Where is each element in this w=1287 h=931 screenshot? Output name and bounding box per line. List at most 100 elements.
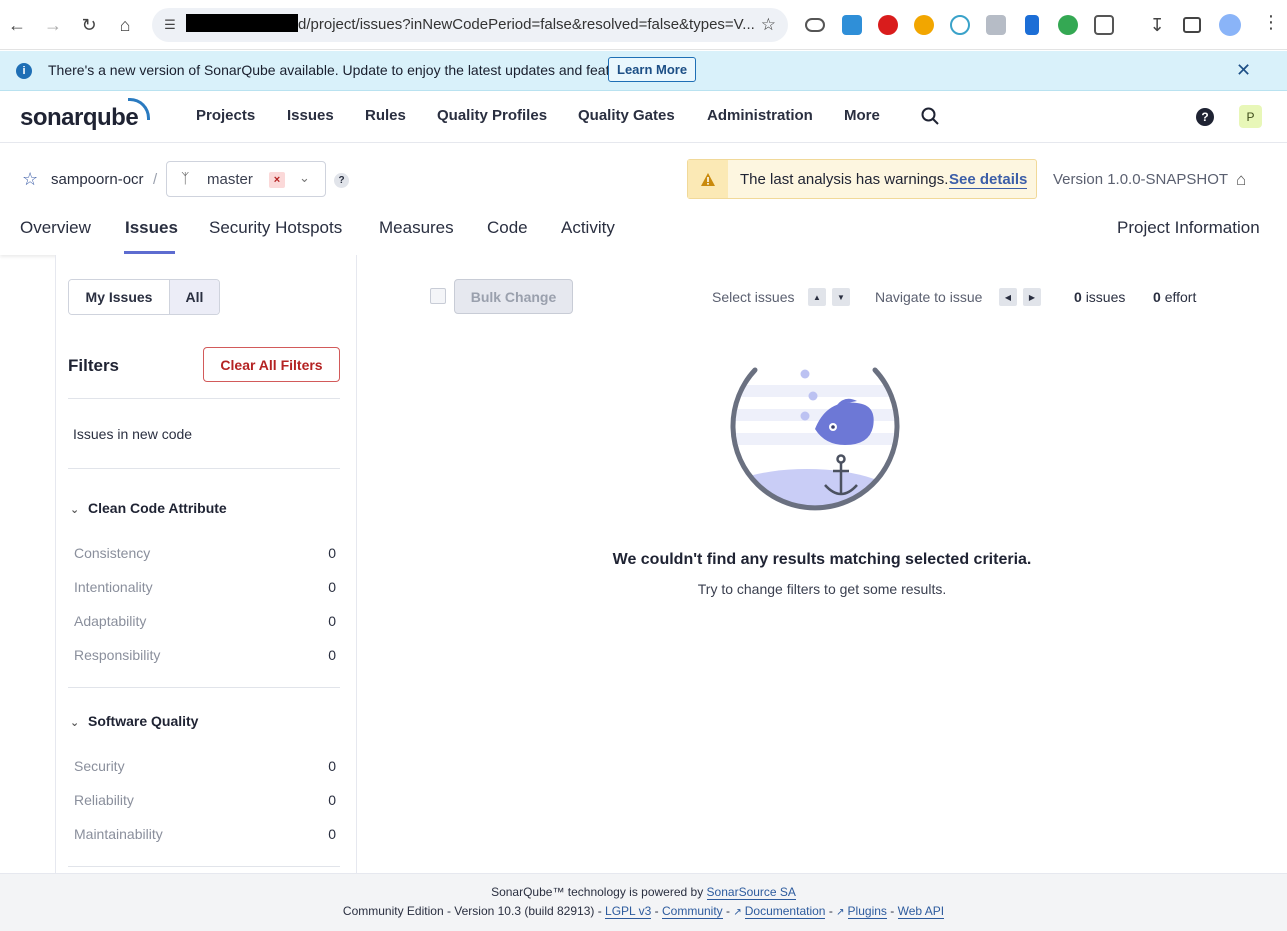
effort-count-value: 0: [1153, 289, 1161, 305]
clean-code-attribute-section[interactable]: ⌄ Clean Code Attribute: [70, 500, 227, 516]
filter-row-consistency[interactable]: Consistency 0: [74, 545, 336, 561]
web-api-link[interactable]: Web API: [897, 904, 945, 919]
nav-issues[interactable]: Issues: [287, 107, 334, 124]
filter-count: 0: [328, 758, 336, 774]
sonarqube-logo[interactable]: sonarqube: [20, 98, 150, 132]
issues-main: Bulk Change Select issues ▲ ▼ Navigate t…: [357, 255, 1287, 873]
extension-icon[interactable]: [986, 15, 1006, 35]
tab-issues[interactable]: Issues: [125, 218, 178, 238]
branch-help-icon[interactable]: ?: [334, 173, 349, 188]
home-icon[interactable]: ⌂: [1236, 170, 1246, 190]
chevron-down-icon[interactable]: ⌄: [299, 170, 310, 186]
filter-label: Maintainability: [74, 826, 163, 842]
search-icon[interactable]: [920, 106, 940, 126]
user-avatar[interactable]: P: [1239, 105, 1262, 128]
profile-avatar[interactable]: [1219, 14, 1241, 36]
address-bar[interactable]: ☰ d/project/issues?inNewCodePeriod=false…: [152, 8, 788, 42]
nav-quality-profiles[interactable]: Quality Profiles: [437, 107, 547, 124]
bulk-change-button[interactable]: Bulk Change: [454, 279, 573, 314]
filter-row-maintainability[interactable]: Maintainability 0: [74, 826, 336, 842]
filter-count: 0: [328, 647, 336, 663]
extension-icon[interactable]: [1058, 15, 1078, 35]
issues-in-new-code-filter[interactable]: Issues in new code: [73, 426, 192, 442]
tab-security-hotspots[interactable]: Security Hotspots: [209, 218, 342, 238]
arrow-up-key-icon: ▲: [808, 288, 826, 306]
section-title: Software Quality: [88, 713, 199, 729]
filter-row-adaptability[interactable]: Adaptability 0: [74, 613, 336, 629]
breadcrumb-separator: /: [153, 171, 158, 188]
filter-count: 0: [328, 613, 336, 629]
all-issues-button[interactable]: All: [170, 280, 219, 314]
browser-toolbar: ← → ↻ ⌂ ☰ d/project/issues?inNewCodePeri…: [0, 0, 1287, 50]
plugins-link[interactable]: Plugins: [847, 904, 887, 919]
documentation-link[interactable]: Documentation: [744, 904, 826, 919]
community-link[interactable]: Community: [661, 904, 723, 919]
filter-row-reliability[interactable]: Reliability 0: [74, 792, 336, 808]
select-all-checkbox[interactable]: [430, 288, 446, 304]
help-icon[interactable]: ?: [1196, 108, 1214, 126]
extension-icon[interactable]: [914, 15, 934, 35]
filter-label: Consistency: [74, 545, 151, 561]
logo-text: sonarqube: [20, 104, 139, 131]
software-quality-section[interactable]: ⌄ Software Quality: [70, 713, 198, 729]
footer-edition: Community Edition - Version 10.3 (build …: [342, 904, 602, 918]
filter-row-security[interactable]: Security 0: [74, 758, 336, 774]
filter-count: 0: [328, 792, 336, 808]
cloud-extension-icon[interactable]: [805, 18, 825, 32]
empty-state-title: We couldn't find any results matching se…: [612, 551, 1032, 568]
favorite-star-icon[interactable]: ☆: [22, 169, 38, 190]
forward-icon[interactable]: →: [40, 12, 66, 38]
extension-icon[interactable]: [1025, 15, 1039, 35]
extension-icon[interactable]: [950, 15, 970, 35]
clear-all-filters-button[interactable]: Clear All Filters: [203, 347, 340, 382]
reload-icon[interactable]: ↻: [76, 12, 102, 38]
site-settings-icon[interactable]: ☰: [160, 15, 180, 35]
license-link[interactable]: LGPL v3: [605, 904, 652, 919]
back-icon[interactable]: ←: [4, 12, 30, 38]
extension-icon[interactable]: [842, 15, 862, 35]
nav-administration[interactable]: Administration: [707, 107, 813, 124]
nav-quality-gates[interactable]: Quality Gates: [578, 107, 675, 124]
issues-count-label: issues: [1085, 289, 1126, 305]
extension-icon[interactable]: [878, 15, 898, 35]
info-icon: i: [16, 63, 32, 79]
url-text[interactable]: d/project/issues?inNewCodePeriod=false&r…: [298, 16, 755, 33]
branch-selector[interactable]: ᛉ master × ⌄: [166, 161, 326, 197]
side-panel-icon[interactable]: [1183, 17, 1201, 33]
section-title: Clean Code Attribute: [88, 500, 227, 516]
issue-owner-toggle: My Issues All: [68, 279, 220, 315]
filters-sidebar: My Issues All Filters Clear All Filters …: [55, 255, 357, 873]
menu-kebab-icon[interactable]: ⋮: [1262, 12, 1280, 33]
my-issues-button[interactable]: My Issues: [69, 280, 170, 314]
tab-overview[interactable]: Overview: [20, 218, 91, 238]
nav-rules[interactable]: Rules: [365, 107, 406, 124]
tab-activity[interactable]: Activity: [561, 218, 615, 238]
see-details-link[interactable]: See details: [949, 171, 1028, 189]
branch-clear-icon[interactable]: ×: [269, 172, 285, 188]
home-icon[interactable]: ⌂: [112, 12, 138, 38]
nav-more[interactable]: More: [844, 107, 880, 124]
footer-links: Community Edition - Version 10.3 (build …: [0, 904, 1287, 919]
sonarsource-link[interactable]: SonarSource SA: [706, 885, 796, 900]
analysis-warning: The last analysis has warnings. See deta…: [687, 159, 1037, 199]
filter-row-intentionality[interactable]: Intentionality 0: [74, 579, 336, 595]
tab-measures[interactable]: Measures: [379, 218, 454, 238]
nav-projects[interactable]: Projects: [196, 107, 255, 124]
project-name[interactable]: sampoorn-ocr: [51, 171, 144, 188]
logo-arc: [128, 98, 150, 120]
filter-row-responsibility[interactable]: Responsibility 0: [74, 647, 336, 663]
filter-count: 0: [328, 545, 336, 561]
arrow-left-key-icon: ◀: [999, 288, 1017, 306]
branch-name: master: [207, 171, 253, 188]
download-icon[interactable]: ↧: [1144, 12, 1170, 38]
puzzle-extensions-icon[interactable]: [1094, 15, 1114, 35]
divider: [68, 687, 340, 688]
project-header: ☆ sampoorn-ocr / ᛉ master × ⌄ ? The last…: [0, 143, 1287, 255]
learn-more-button[interactable]: Learn More: [608, 57, 697, 82]
tab-code[interactable]: Code: [487, 218, 528, 238]
bookmark-star-icon[interactable]: ☆: [761, 15, 776, 35]
close-icon[interactable]: ✕: [1236, 60, 1251, 81]
empty-state-subtitle: Try to change filters to get some result…: [697, 581, 947, 597]
warning-text: The last analysis has warnings.: [740, 171, 949, 188]
tab-project-information[interactable]: Project Information: [1117, 218, 1260, 238]
